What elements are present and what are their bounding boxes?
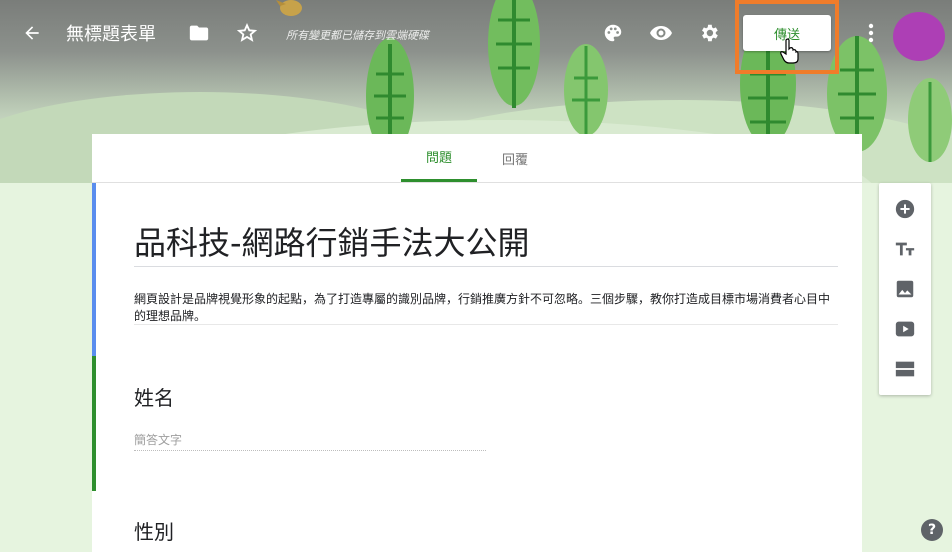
hand-cursor-icon [780, 38, 799, 64]
short-answer-field: 簡答文字 [134, 431, 486, 451]
preview-eye-icon[interactable] [645, 17, 677, 49]
back-arrow-icon[interactable] [16, 17, 48, 49]
folder-icon[interactable] [183, 17, 215, 49]
title-card-accent [92, 183, 96, 356]
top-bar: 無標題表單 所有變更都已儲存到雲端硬碟 傳送 [0, 0, 952, 74]
image-icon[interactable] [893, 277, 917, 301]
tree-illustration [908, 78, 952, 162]
more-options-icon[interactable] [855, 17, 887, 49]
account-avatar[interactable] [893, 12, 945, 61]
question-title-name[interactable]: 姓名 [134, 382, 174, 411]
form-name-title[interactable]: 無標題表單 [66, 20, 156, 46]
form-description-field[interactable]: 網頁設計是品牌視覺形象的起點，為了打造專屬的識別品牌，行銷推廣方針不可忽略。三個… [134, 291, 838, 325]
form-tabs-bar: 問題 回覆 [92, 134, 862, 183]
form-title-field[interactable]: 品科技-網路行銷手法大公開 [134, 218, 838, 264]
title-text-icon[interactable] [893, 237, 917, 261]
tab-questions[interactable]: 問題 [401, 134, 477, 182]
side-toolbar [879, 183, 931, 395]
help-icon[interactable]: ? [921, 519, 943, 541]
question-title-gender[interactable]: 性別 [134, 516, 174, 545]
section-icon[interactable] [893, 357, 917, 381]
active-question-accent [92, 356, 96, 491]
palette-icon[interactable] [597, 17, 629, 49]
video-icon[interactable] [893, 317, 917, 341]
save-status-text: 所有變更都已儲存到雲端硬碟 [286, 29, 429, 42]
tab-responses[interactable]: 回覆 [487, 134, 543, 182]
divider [134, 266, 838, 267]
star-icon[interactable] [231, 17, 263, 49]
settings-gear-icon[interactable] [693, 17, 725, 49]
divider [134, 324, 838, 325]
add-question-icon[interactable] [893, 197, 917, 221]
